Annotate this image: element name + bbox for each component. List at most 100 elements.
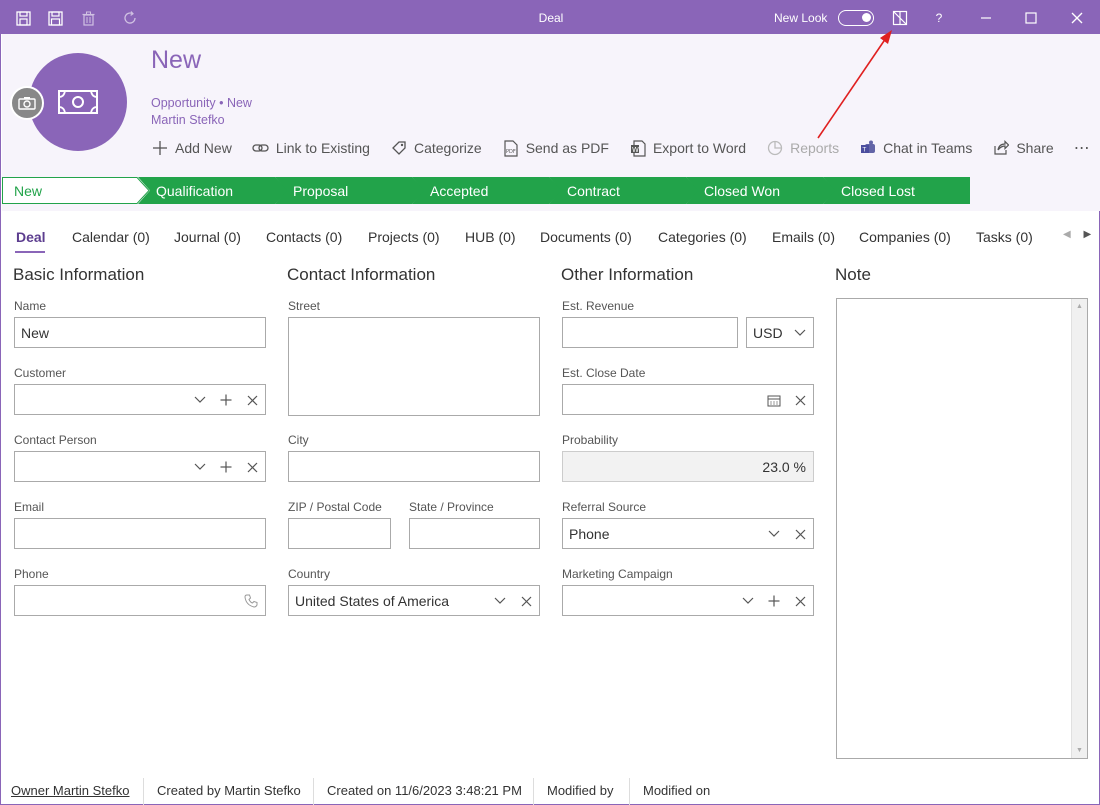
tab-hub[interactable]: HUB (0) (465, 229, 516, 245)
probability-label: Probability (562, 433, 619, 447)
minimize-icon[interactable] (976, 9, 996, 27)
tab-projects[interactable]: Projects (0) (368, 229, 440, 245)
add-new-button[interactable]: Add New (151, 139, 232, 157)
clear-icon[interactable] (244, 392, 260, 408)
help-button[interactable]: ? (931, 9, 947, 27)
tab-emails[interactable]: Emails (0) (772, 229, 835, 245)
tab-bar: Deal Calendar (0) Journal (0) Contacts (… (1, 223, 1100, 253)
tab-documents[interactable]: Documents (0) (540, 229, 632, 245)
export-to-word-button[interactable]: W Export to Word (629, 139, 746, 157)
send-as-pdf-button[interactable]: PDF Send as PDF (502, 139, 609, 157)
tab-tasks[interactable]: Tasks (0) (976, 229, 1033, 245)
customer-select[interactable] (14, 384, 266, 415)
note-textarea[interactable]: ▲ ▼ (836, 298, 1088, 759)
camera-icon (18, 97, 36, 110)
tab-contacts[interactable]: Contacts (0) (266, 229, 342, 245)
chevron-down-icon[interactable] (492, 593, 508, 609)
basic-information-title: Basic Information (13, 265, 145, 284)
share-button[interactable]: Share (992, 139, 1054, 157)
note-scrollbar[interactable]: ▲ ▼ (1071, 299, 1087, 758)
pie-chart-icon (766, 139, 784, 157)
email-input[interactable] (14, 518, 266, 549)
scroll-up-icon[interactable]: ▲ (1076, 303, 1083, 310)
tab-journal[interactable]: Journal (0) (174, 229, 241, 245)
link-to-existing-button[interactable]: Link to Existing (252, 139, 370, 157)
more-icon: ⋯ (1073, 140, 1091, 157)
new-look-label: New Look (774, 11, 828, 25)
tab-scroll-arrows[interactable]: ◀ ▶ (1063, 229, 1091, 240)
add-icon[interactable] (218, 392, 234, 408)
stage-closed-lost[interactable]: Closed Lost (823, 177, 970, 204)
est-close-date-input[interactable] (562, 384, 814, 415)
new-look-toggle[interactable] (838, 10, 874, 26)
name-input[interactable]: New (14, 317, 266, 348)
categorize-button[interactable]: Categorize (390, 139, 482, 157)
street-textarea[interactable] (288, 317, 540, 416)
chevron-down-icon[interactable] (740, 593, 756, 609)
tab-companies[interactable]: Companies (0) (859, 229, 951, 245)
clear-icon[interactable] (792, 526, 808, 542)
city-label: City (288, 433, 309, 447)
scroll-down-icon[interactable]: ▼ (1076, 747, 1083, 754)
city-input[interactable] (288, 451, 540, 482)
marketing-campaign-label: Marketing Campaign (562, 567, 673, 581)
phone-icon[interactable] (243, 593, 259, 609)
reports-button[interactable]: Reports (766, 139, 839, 157)
clear-icon[interactable] (792, 392, 808, 408)
contact-person-select[interactable] (14, 451, 266, 482)
clear-icon[interactable] (792, 593, 808, 609)
owner-link[interactable]: Owner Martin Stefko (11, 783, 130, 798)
chevron-down-icon[interactable] (792, 325, 808, 341)
add-icon[interactable] (218, 459, 234, 475)
referral-source-select[interactable]: Phone (562, 518, 814, 549)
zip-input[interactable] (288, 518, 391, 549)
chevron-left-icon[interactable]: ◀ (1063, 229, 1071, 240)
stage-proposal[interactable]: Proposal (275, 177, 425, 204)
chevron-down-icon[interactable] (192, 459, 208, 475)
maximize-icon[interactable] (1021, 9, 1041, 27)
svg-text:T: T (861, 147, 866, 154)
zip-label: ZIP / Postal Code (288, 500, 382, 514)
stage-accepted[interactable]: Accepted (412, 177, 562, 204)
stage-closed-won[interactable]: Closed Won (686, 177, 836, 204)
est-revenue-input[interactable] (562, 317, 738, 348)
clear-icon[interactable] (518, 593, 534, 609)
state-input[interactable] (409, 518, 540, 549)
chevron-down-icon[interactable] (192, 392, 208, 408)
word-icon: W (629, 139, 647, 157)
probability-value: 23.0 % (562, 451, 814, 482)
phone-input[interactable] (14, 585, 266, 616)
created-by-text: Created by Martin Stefko (157, 783, 301, 798)
tab-deal[interactable]: Deal (16, 229, 46, 245)
chevron-down-icon[interactable] (766, 526, 782, 542)
phone-label: Phone (14, 567, 49, 581)
layout-designer-icon[interactable] (890, 9, 910, 27)
change-photo-button[interactable] (10, 86, 44, 120)
currency-select[interactable]: USD (746, 317, 814, 348)
title-bar: Deal New Look ? (1, 1, 1100, 34)
marketing-campaign-select[interactable] (562, 585, 814, 616)
active-tab-indicator (15, 251, 45, 253)
stage-qualification[interactable]: Qualification (138, 177, 288, 204)
stage-contract[interactable]: Contract (549, 177, 699, 204)
record-owner-link[interactable]: Martin Stefko (151, 113, 225, 127)
close-icon[interactable] (1067, 9, 1087, 27)
est-close-date-label: Est. Close Date (562, 366, 646, 380)
country-select[interactable]: United States of America (288, 585, 540, 616)
stage-new[interactable]: New (2, 177, 150, 204)
modified-by-text: Modified by (547, 783, 614, 798)
pipeline-stages: New Qualification Proposal Accepted Cont… (2, 177, 970, 204)
chevron-right-icon[interactable]: ▶ (1083, 229, 1091, 240)
status-footer: Owner Martin Stefko Created by Martin St… (2, 778, 1100, 805)
share-icon (992, 139, 1010, 157)
more-options-button[interactable]: ⋯ (1074, 138, 1091, 158)
tab-calendar[interactable]: Calendar (0) (72, 229, 150, 245)
tab-categories[interactable]: Categories (0) (658, 229, 747, 245)
add-icon[interactable] (766, 593, 782, 609)
svg-text:W: W (632, 146, 639, 154)
clear-icon[interactable] (244, 459, 260, 475)
chat-in-teams-button[interactable]: T Chat in Teams (859, 139, 972, 157)
pdf-icon: PDF (502, 139, 520, 157)
calendar-icon[interactable] (766, 392, 782, 408)
record-title: New (151, 46, 202, 74)
